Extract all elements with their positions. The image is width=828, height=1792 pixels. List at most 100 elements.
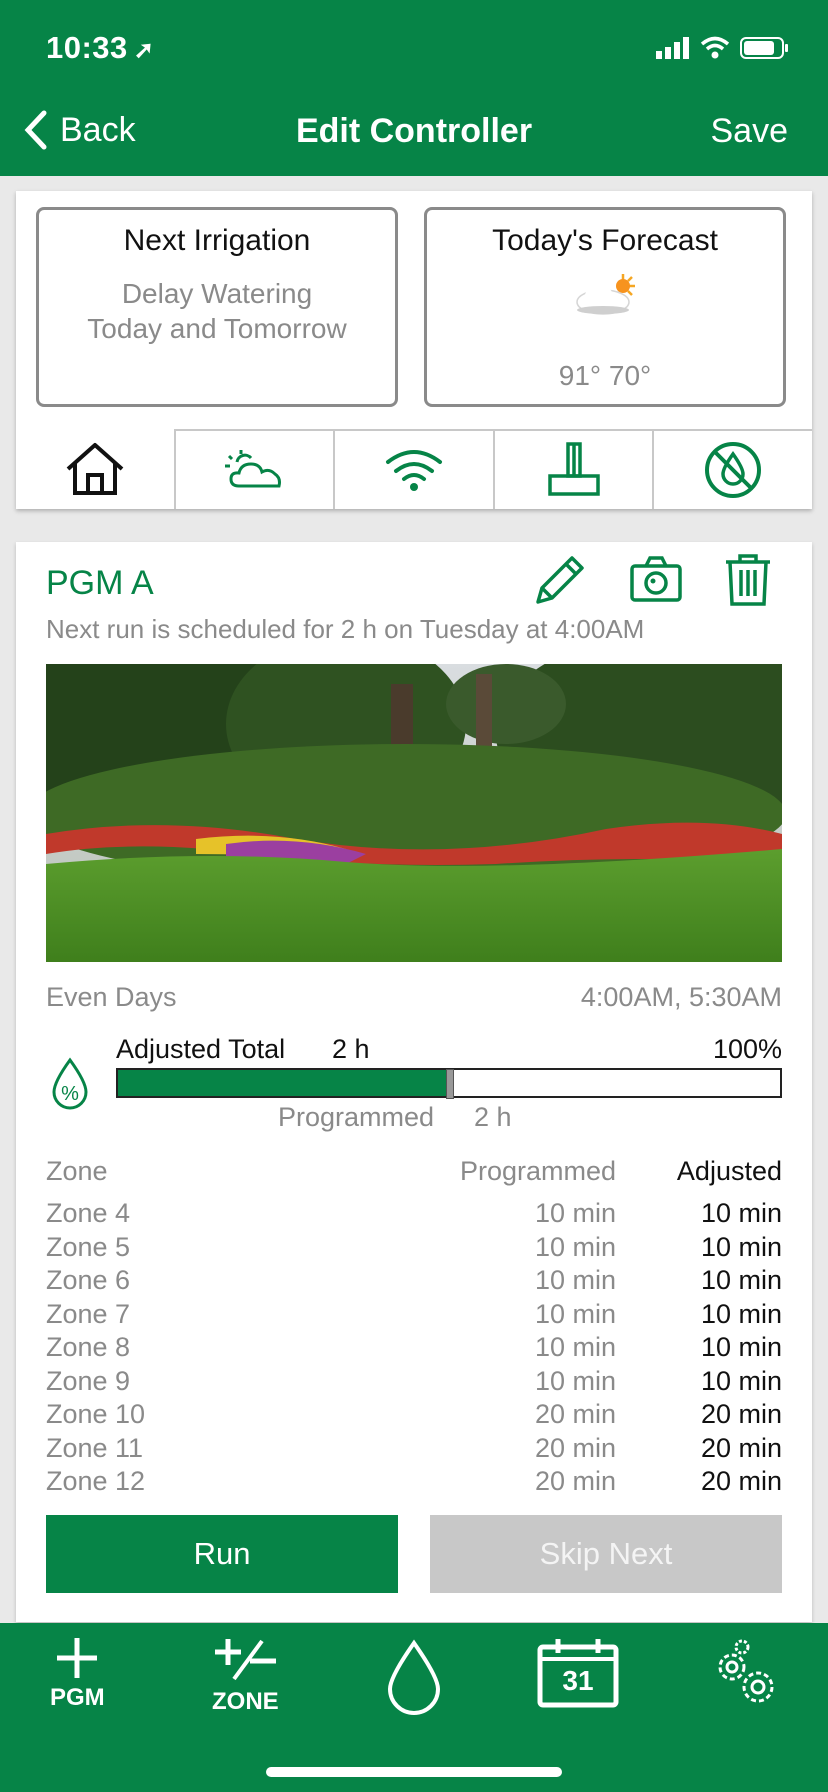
- tab-home[interactable]: [16, 429, 174, 509]
- wifi-icon: [385, 450, 442, 491]
- forecast-title: Today's Forecast: [492, 224, 718, 257]
- zone-row: Zone 7 10 min 10 min: [46, 1299, 782, 1333]
- chevron-left-icon: [24, 110, 47, 150]
- zone-adjusted: 20 min: [700, 1432, 782, 1463]
- home-icon: [66, 443, 124, 495]
- adjusted-total-value: 2 h: [332, 1034, 370, 1064]
- zone-row: Zone 6 10 min 10 min: [46, 1265, 782, 1299]
- zone-name: Zone 7: [46, 1298, 131, 1329]
- program-days: Even Days: [46, 982, 177, 1012]
- zone-adjusted: 10 min: [700, 1265, 782, 1295]
- settings-button[interactable]: [708, 1639, 782, 1714]
- next-irrigation-line2: Today and Tomorrow: [87, 313, 347, 344]
- zone-programmed: 10 min: [534, 1365, 616, 1396]
- water-drop-icon: [387, 1639, 441, 1715]
- plus-icon: [57, 1638, 98, 1678]
- program-card: PGM A Next run is scheduled for 2 h on T…: [16, 542, 812, 1622]
- programmed-label: Programmed: [278, 1102, 435, 1132]
- add-program-button[interactable]: PGM: [50, 1635, 105, 1712]
- zone-adjusted: 20 min: [700, 1466, 782, 1496]
- zone-adjusted: 10 min: [700, 1231, 782, 1262]
- adjustment-bar: [116, 1068, 782, 1099]
- calendar-day: 31: [562, 1665, 594, 1696]
- next-run-text: Next run is scheduled for 2 h on Tuesday…: [46, 614, 645, 644]
- controller-tabs: [16, 429, 812, 509]
- zone-header-adjusted: Adjusted: [676, 1156, 782, 1186]
- zone-name: Zone 6: [46, 1265, 131, 1295]
- adjusted-total-label: Adjusted Total: [116, 1034, 286, 1064]
- save-button[interactable]: Save: [711, 112, 789, 151]
- zone-row: Zone 10 20 min 20 min: [46, 1399, 782, 1433]
- gears-icon: [718, 1639, 774, 1703]
- signal-icon: [656, 37, 689, 59]
- tab-wifi[interactable]: [333, 429, 493, 509]
- edit-pencil-icon[interactable]: [532, 552, 588, 608]
- location-arrow-icon: ➚: [133, 37, 155, 64]
- next-irrigation-title: Next Irrigation: [123, 224, 311, 257]
- weather-icon: [225, 450, 282, 488]
- add-zone-button[interactable]: ZONE: [212, 1635, 279, 1716]
- zone-table: Zone 4 10 min 10 min Zone 5 10 min 10 min Zone…: [46, 1198, 782, 1500]
- zone-name: Zone 9: [46, 1365, 131, 1396]
- calendar-button[interactable]: 31: [536, 1637, 620, 1714]
- forecast-temps: 91° 70°: [558, 360, 652, 391]
- wifi-status-icon: [700, 36, 730, 59]
- status-time-text: 10:33: [46, 30, 128, 65]
- status-icons: [656, 36, 790, 60]
- program-photo[interactable]: [46, 664, 782, 962]
- back-label: Back: [60, 110, 136, 149]
- sensor-icon: [547, 442, 600, 496]
- zone-header-zone: Zone: [46, 1156, 108, 1186]
- zone-adjusted: 10 min: [700, 1198, 782, 1228]
- water-percent-icon: %: [52, 1057, 88, 1110]
- zone-adjusted: 10 min: [700, 1365, 782, 1396]
- zone-name: Zone 11: [46, 1432, 144, 1463]
- back-button[interactable]: Back: [24, 110, 136, 150]
- next-irrigation-line1: Delay Watering: [121, 278, 313, 309]
- zone-row: Zone 12 20 min 20 min: [46, 1466, 782, 1500]
- zone-name: Zone 12: [46, 1466, 146, 1496]
- zone-programmed: 10 min: [534, 1198, 616, 1228]
- status-time: 10:33 ➚: [46, 30, 154, 66]
- no-water-icon: [705, 442, 762, 498]
- programmed-marker: [446, 1069, 454, 1099]
- trash-icon[interactable]: [724, 552, 772, 608]
- zone-row: Zone 5 10 min 10 min: [46, 1232, 782, 1266]
- zone-row: Zone 4 10 min 10 min: [46, 1198, 782, 1232]
- zone-adjusted: 10 min: [700, 1332, 782, 1362]
- forecast-box[interactable]: Today's Forecast 91° 70°: [424, 207, 786, 407]
- zone-programmed: 10 min: [534, 1265, 616, 1295]
- plus-minus-icon: [215, 1639, 277, 1681]
- run-button[interactable]: Run: [46, 1515, 398, 1593]
- tab-weather[interactable]: [173, 429, 334, 509]
- skip-next-button[interactable]: Skip Next: [430, 1515, 782, 1593]
- garden-image: [46, 664, 782, 962]
- water-button[interactable]: [384, 1639, 444, 1720]
- zone-row: Zone 9 10 min 10 min: [46, 1366, 782, 1400]
- program-actions: [532, 552, 772, 608]
- top-bar: 10:33 ➚ Back Edit Controller Save: [0, 0, 828, 176]
- adjusted-percent: 100%: [712, 1034, 782, 1064]
- zone-row: Zone 8 10 min 10 min: [46, 1332, 782, 1366]
- zone-programmed: 10 min: [534, 1298, 616, 1329]
- home-indicator[interactable]: [266, 1767, 562, 1777]
- zone-programmed: 20 min: [534, 1432, 616, 1463]
- summary-card: Next Irrigation Delay Watering Today and…: [16, 191, 812, 509]
- tab-no-water[interactable]: [652, 429, 812, 509]
- zone-name: Zone 8: [46, 1332, 131, 1362]
- svg-text:%: %: [61, 1083, 79, 1105]
- next-irrigation-box[interactable]: Next Irrigation Delay Watering Today and…: [36, 207, 398, 407]
- zone-programmed: 10 min: [534, 1231, 616, 1262]
- zone-adjusted: 10 min: [700, 1298, 782, 1329]
- program-start-times: 4:00AM, 5:30AM: [580, 982, 782, 1012]
- programmed-value: 2 h: [474, 1102, 512, 1132]
- zone-adjusted: 20 min: [700, 1399, 782, 1429]
- zone-name: Zone 5: [46, 1231, 131, 1262]
- camera-icon[interactable]: [628, 552, 684, 608]
- add-program-label: PGM: [50, 1684, 105, 1711]
- zone-name: Zone 10: [46, 1399, 146, 1429]
- zone-programmed: 10 min: [534, 1332, 616, 1362]
- add-zone-label: ZONE: [212, 1688, 279, 1715]
- zone-header-programmed: Programmed: [459, 1156, 616, 1186]
- tab-sensor[interactable]: [492, 429, 653, 509]
